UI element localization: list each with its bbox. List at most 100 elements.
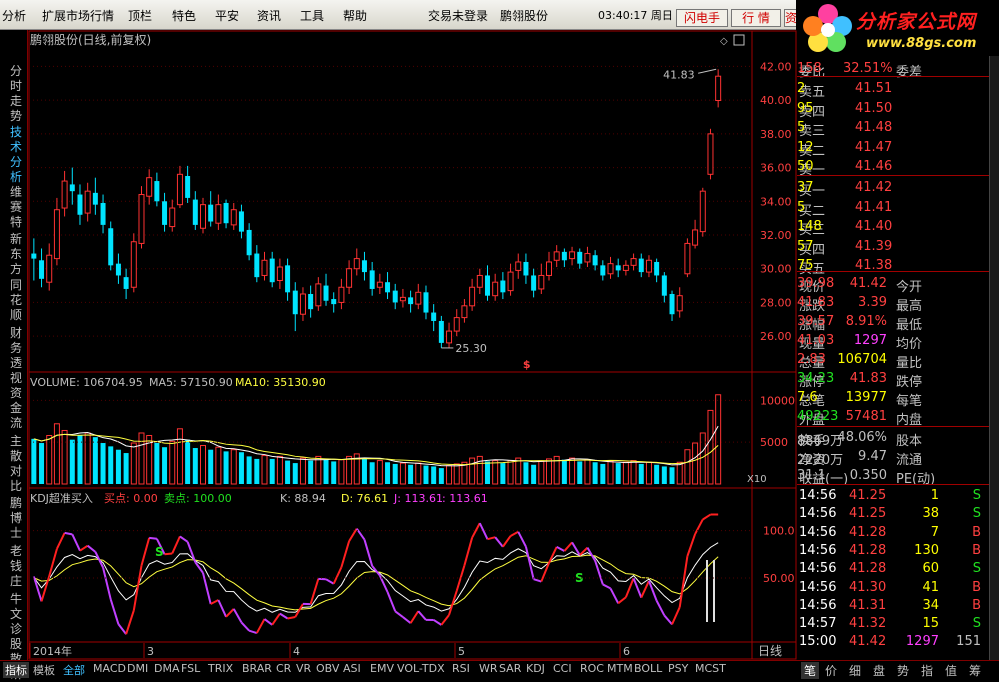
stat-value: 41.42 (850, 276, 887, 291)
indicator-tab-roc[interactable]: ROC (580, 662, 604, 675)
candle-body-down (308, 294, 313, 309)
candle-body-down (616, 265, 621, 270)
chart-maximize-icon (734, 35, 744, 45)
price-tick-label: 34.00 (760, 195, 792, 208)
candle-body-down (654, 262, 659, 275)
tick-price: 41.32 (849, 616, 886, 631)
volume-bar-down (600, 464, 605, 484)
stat-value: 49223 (797, 409, 838, 424)
candle-body-down (185, 176, 190, 198)
kdj-sell-signal-icon: S (155, 545, 164, 559)
indicator-tab-mcst[interactable]: MCST (695, 662, 726, 675)
volume-bar-down (77, 435, 82, 484)
indicator-tab-trix[interactable]: TRIX (208, 662, 233, 675)
indicator-tab-sar[interactable]: SAR (499, 662, 521, 675)
candle-body-down (562, 252, 567, 260)
tick-time: 14:56 (799, 580, 836, 595)
ask-level-row: 卖三41.485 (797, 119, 989, 138)
kdj-series: SS (34, 515, 718, 635)
volume-bar-up (454, 464, 459, 484)
kdj-j-segment (611, 588, 619, 603)
kdj-j-segment (603, 584, 611, 588)
indicator-tab-emv[interactable]: EMV (370, 662, 394, 675)
price-tick-label: 28.00 (760, 296, 792, 309)
quote-tab-6[interactable]: 值 (945, 662, 957, 679)
volume-bar-up (177, 429, 182, 484)
indicator-tab-macd[interactable]: MACD (93, 662, 126, 675)
chart-area[interactable]: 鹏翎股份(日线,前复权) 42.0040.0038.0036.0034.0032… (0, 0, 797, 660)
quote-divider (797, 271, 989, 272)
price-tick-label: 26.00 (760, 330, 792, 343)
candle-body-up (139, 195, 144, 244)
quote-tab-4[interactable]: 势 (897, 662, 909, 679)
indicator-tab-boll[interactable]: BOLL (634, 662, 662, 675)
quote-tab-1[interactable]: 价 (825, 662, 837, 679)
tick-price: 41.30 (849, 580, 886, 595)
candle-body-down (523, 262, 528, 275)
candle-body-down (639, 259, 644, 272)
ask-price: 41.46 (855, 159, 892, 174)
candle-body-up (646, 260, 651, 272)
tick-row: 14:5641.287B (797, 524, 989, 543)
date-label: 2014年 (33, 644, 72, 658)
candle-body-up (685, 243, 690, 273)
tick-side: 151 (956, 634, 981, 649)
quote-tab-3[interactable]: 盘 (873, 662, 885, 679)
kdj-k-line (34, 543, 718, 613)
indicator-tab-vr[interactable]: VR (296, 662, 311, 675)
kdj-j-segment (695, 519, 703, 534)
volume-bar-down (370, 462, 375, 484)
candle-body-up (454, 318, 459, 331)
candle-body-up (508, 272, 513, 291)
indicator-tab-wr[interactable]: WR (479, 662, 498, 675)
tick-time: 14:56 (799, 598, 836, 613)
stat-label: 每笔 (896, 390, 922, 409)
kdj-j-segment (311, 579, 319, 604)
kdj-j-segment (341, 541, 349, 567)
indicator-tab-psy[interactable]: PSY (668, 662, 688, 675)
vertical-scrollbar[interactable] (989, 56, 999, 660)
volume-bar-up (339, 460, 344, 484)
indicator-tab-cci[interactable]: CCI (553, 662, 572, 675)
price-tick-label: 32.00 (760, 229, 792, 242)
kdj-d-label: D: 76.61 (341, 492, 388, 505)
quote-panel: 委比32.51%委差158卖五41.512卖四41.5095卖三41.485卖二… (797, 56, 999, 660)
candle-body-up (54, 210, 59, 259)
indicator-tab-brar[interactable]: BRAR (242, 662, 272, 675)
candle-body-down (70, 184, 75, 191)
candle-body-down (370, 270, 375, 289)
indicator-tab-mtm[interactable]: MTM (607, 662, 633, 675)
candle-body-up (231, 210, 236, 225)
indicator-tab-dmi[interactable]: DMI (127, 662, 148, 675)
kdj-j-segment (657, 601, 665, 616)
indicator-tab-fsl[interactable]: FSL (181, 662, 200, 675)
tick-side: B (972, 543, 981, 558)
indicator-tab-asi[interactable]: ASI (343, 662, 361, 675)
quote-tab-2[interactable]: 细 (849, 662, 861, 679)
candle-body-up (693, 230, 698, 245)
indicator-tab-kdj[interactable]: KDJ (526, 662, 545, 675)
volume-bar-down (485, 461, 490, 484)
candle-body-down (77, 195, 82, 215)
kdj-j-segment (503, 536, 511, 547)
indicator-tab-dma[interactable]: DMA (154, 662, 180, 675)
volume-bar-up (708, 410, 713, 484)
indicator-tab-cr[interactable]: CR (276, 662, 291, 675)
tick-side: B (972, 580, 981, 595)
quote-tab-7[interactable]: 筹 (969, 662, 981, 679)
quote-tab-0[interactable]: 笔 (801, 662, 819, 679)
tick-volume: 1297 (906, 634, 939, 649)
fin-value: 2220万 (797, 449, 843, 468)
indicator-tab-rsi[interactable]: RSI (452, 662, 470, 675)
volume-bar-up (570, 458, 575, 484)
indicator-tab-obv[interactable]: OBV (316, 662, 339, 675)
kdj-j-segment (518, 532, 526, 547)
volume-bar-up (585, 460, 590, 484)
candle-body-down (662, 275, 667, 295)
tick-price: 41.42 (849, 634, 886, 649)
candle-body-up (277, 267, 282, 280)
volume-bar-down (639, 464, 644, 484)
quote-tab-5[interactable]: 指 (921, 662, 933, 679)
bid-price: 41.42 (855, 180, 892, 195)
indicator-tab-vol-tdx[interactable]: VOL-TDX (397, 662, 445, 675)
